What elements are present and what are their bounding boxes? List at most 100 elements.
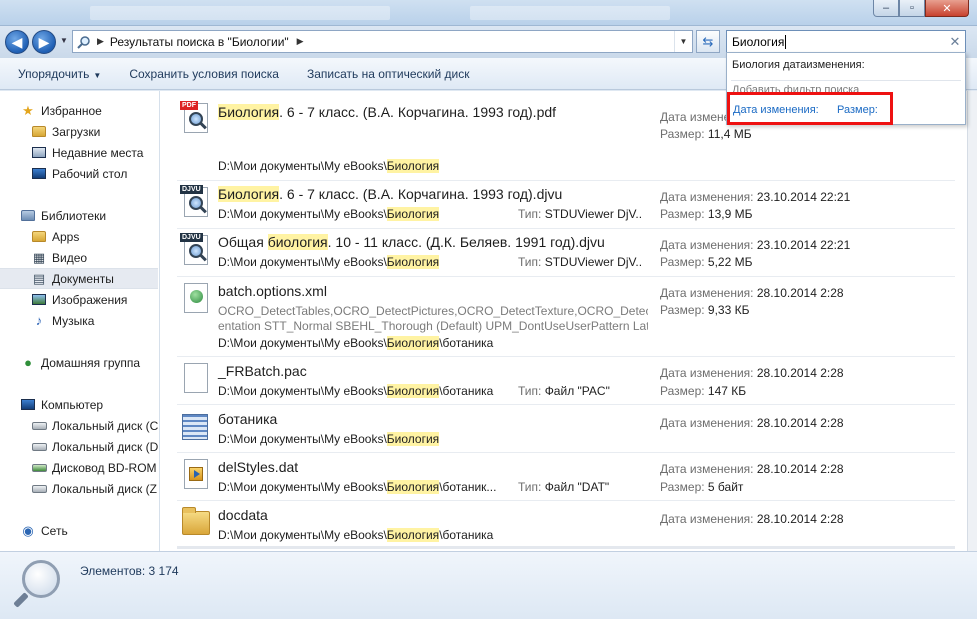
sidebar-item-bd-rom[interactable]: Дисковод BD-ROM (31, 457, 159, 478)
blank-file-icon (180, 361, 210, 395)
file-path: D:\Мои документы\My eBooks\Биология\бота… (218, 336, 494, 350)
sidebar-item-label: Компьютер (41, 397, 104, 412)
address-path[interactable]: Результаты поиска в "Биологии" (110, 35, 289, 49)
save-search-button[interactable]: Сохранить условия поиска (115, 67, 293, 81)
sidebar-item-drive-d[interactable]: Локальный диск (D (31, 436, 159, 457)
sidebar-item-network[interactable]: ◉ Сеть (20, 520, 159, 541)
sidebar-item-downloads[interactable]: Загрузки (31, 121, 159, 142)
date-modified: Дата изменения: 28.10.2014 2:28 (660, 286, 844, 300)
search-suggestion-item[interactable]: Биология датаизменения: (732, 59, 865, 71)
sidebar-item-video[interactable]: ▦ Видео (31, 247, 159, 268)
clear-search-icon[interactable]: ✕ (945, 34, 965, 50)
sidebar-item-libraries[interactable]: Библиотеки (20, 205, 159, 226)
sidebar-item-pictures[interactable]: Изображения (31, 289, 159, 310)
file-name: ботаника (218, 411, 278, 427)
list-item[interactable]: ботаника D:\Мои документы\My eBooks\Биол… (177, 405, 955, 453)
sidebar-item-label: Видео (52, 250, 88, 265)
network-icon: ◉ (22, 522, 34, 538)
sidebar-item-apps[interactable]: Apps (31, 226, 159, 247)
media-file-icon (180, 457, 210, 491)
close-button[interactable]: ✕ (925, 0, 969, 17)
file-path: D:\Мои документы\My eBooks\Биология (218, 255, 440, 269)
sidebar-item-label: Локальный диск (Z (52, 481, 157, 496)
search-filters-highlight: Дата изменения: Размер: (727, 92, 893, 125)
search-magnifier-icon (22, 560, 60, 598)
maximize-button[interactable]: ▫ (899, 0, 925, 17)
list-item[interactable]: DJVU Биология. 6 - 7 класс. (В.А. Корчаг… (177, 181, 955, 229)
date-modified: Дата изменения: 28.10.2014 2:28 (660, 512, 844, 526)
list-item[interactable]: DJVU Общая биология. 10 - 11 класс. (Д.К… (177, 229, 955, 277)
minimize-button[interactable]: ‒ (873, 0, 899, 17)
file-size: Размер: 13,9 МБ (660, 207, 753, 221)
file-size: Размер: 5,22 МБ (660, 255, 753, 269)
file-path: D:\Мои документы\My eBooks\Биология (218, 432, 440, 446)
sidebar-item-label: Музыка (52, 313, 95, 328)
pdf-file-icon: PDF (180, 101, 210, 135)
back-button[interactable]: ◀ (5, 30, 29, 54)
date-modified: Дата изменения: 23.10.2014 22:21 (660, 190, 851, 204)
libraries-icon (20, 208, 36, 224)
sidebar-item-label: Локальный диск (D (52, 439, 159, 454)
breadcrumb-chevron-icon[interactable]: ▶ (97, 36, 104, 47)
desktop-icon (31, 166, 47, 182)
sidebar-item-recent-places[interactable]: Недавние места (31, 142, 159, 163)
sidebar-item-music[interactable]: ♪ Музыка (31, 310, 159, 331)
file-name: batch.options.xml (218, 283, 327, 299)
date-modified: Дата изменения: 23.10.2014 22:21 (660, 238, 851, 252)
sidebar-item-favorites[interactable]: ★ Избранное (20, 100, 159, 121)
file-type: Тип: Файл "DAT" (518, 480, 610, 494)
star-icon: ★ (22, 102, 34, 118)
djvu-file-icon: DJVU (180, 233, 210, 267)
item-count: Элементов: 3 174 (80, 564, 179, 578)
date-modified: Дата изменения: 28.10.2014 2:28 (660, 416, 844, 430)
djvu-file-icon: DJVU (180, 185, 210, 219)
file-path: D:\Мои документы\My eBooks\Биология\бота… (218, 384, 494, 398)
sidebar-item-documents[interactable]: ▤ Документы (0, 268, 158, 289)
list-item[interactable]: docdata D:\Мои документы\My eBooks\Биоло… (177, 501, 955, 549)
file-path: D:\Мои документы\My eBooks\Биология\бота… (218, 480, 497, 494)
music-icon: ♪ (35, 313, 43, 328)
breadcrumb-chevron-icon[interactable]: ▶ (297, 36, 304, 47)
downloads-folder-icon (31, 124, 47, 140)
sidebar-item-label: Изображения (52, 292, 128, 307)
filter-size-link[interactable]: Размер: (837, 104, 878, 116)
vertical-scrollbar[interactable] (967, 91, 977, 551)
sidebar-item-drive-z[interactable]: Локальный диск (Z (31, 478, 159, 499)
forward-button[interactable]: ▶ (32, 30, 56, 54)
file-size: Размер: 9,33 КБ (660, 303, 750, 317)
navigation-pane: ★ Избранное Загрузки Недавние места Рабо… (0, 91, 160, 551)
sidebar-item-homegroup[interactable]: ● Домашняя группа (20, 352, 159, 373)
sidebar-item-label: Сеть (41, 523, 68, 538)
address-bar[interactable]: ▶ Результаты поиска в "Биологии" ▶ ▼ (72, 30, 693, 53)
documents-icon: ▤ (32, 270, 46, 286)
sidebar-item-label: Дисковод BD-ROM (52, 460, 157, 475)
file-name: Общая биология. 10 - 11 класс. (Д.К. Бел… (218, 234, 605, 250)
sidebar-item-label: Избранное (41, 103, 102, 118)
video-icon: ▦ (32, 249, 46, 265)
sidebar-item-desktop[interactable]: Рабочий стол (31, 163, 159, 184)
file-path: D:\Мои документы\My eBooks\Биология (218, 207, 440, 221)
list-item[interactable]: batch.options.xml OCRO_DetectTables,OCRO… (177, 277, 955, 357)
sidebar-item-label: Apps (52, 229, 80, 244)
organize-button[interactable]: Упорядочить ▼ (0, 67, 115, 81)
address-dropdown-button[interactable]: ▼ (674, 31, 692, 52)
burn-button[interactable]: Записать на оптический диск (293, 67, 484, 81)
file-name: docdata (218, 507, 268, 523)
homegroup-icon: ● (24, 355, 32, 370)
chevron-down-icon: ▼ (93, 70, 102, 80)
file-type: Тип: STDUViewer DjV... (518, 207, 643, 221)
search-input-value: Биология (732, 34, 785, 49)
filter-date-modified-link[interactable]: Дата изменения: (733, 104, 819, 116)
drive-icon (31, 481, 47, 497)
document-stack-icon (180, 410, 210, 444)
recent-pages-dropdown[interactable]: ▼ (60, 36, 68, 45)
sidebar-item-computer[interactable]: Компьютер (20, 394, 159, 415)
computer-icon (20, 397, 36, 413)
search-input[interactable]: Биология ✕ (726, 30, 966, 53)
refresh-button[interactable]: ⇆ (696, 30, 720, 53)
list-item[interactable]: _FRBatch.pac D:\Мои документы\My eBooks\… (177, 357, 955, 405)
list-item[interactable]: delStyles.dat D:\Мои документы\My eBooks… (177, 453, 955, 501)
file-path: D:\Мои документы\My eBooks\Биология (218, 159, 440, 173)
sidebar-item-drive-c[interactable]: Локальный диск (C (31, 415, 159, 436)
file-type: Тип: STDUViewer DjV... (518, 255, 643, 269)
